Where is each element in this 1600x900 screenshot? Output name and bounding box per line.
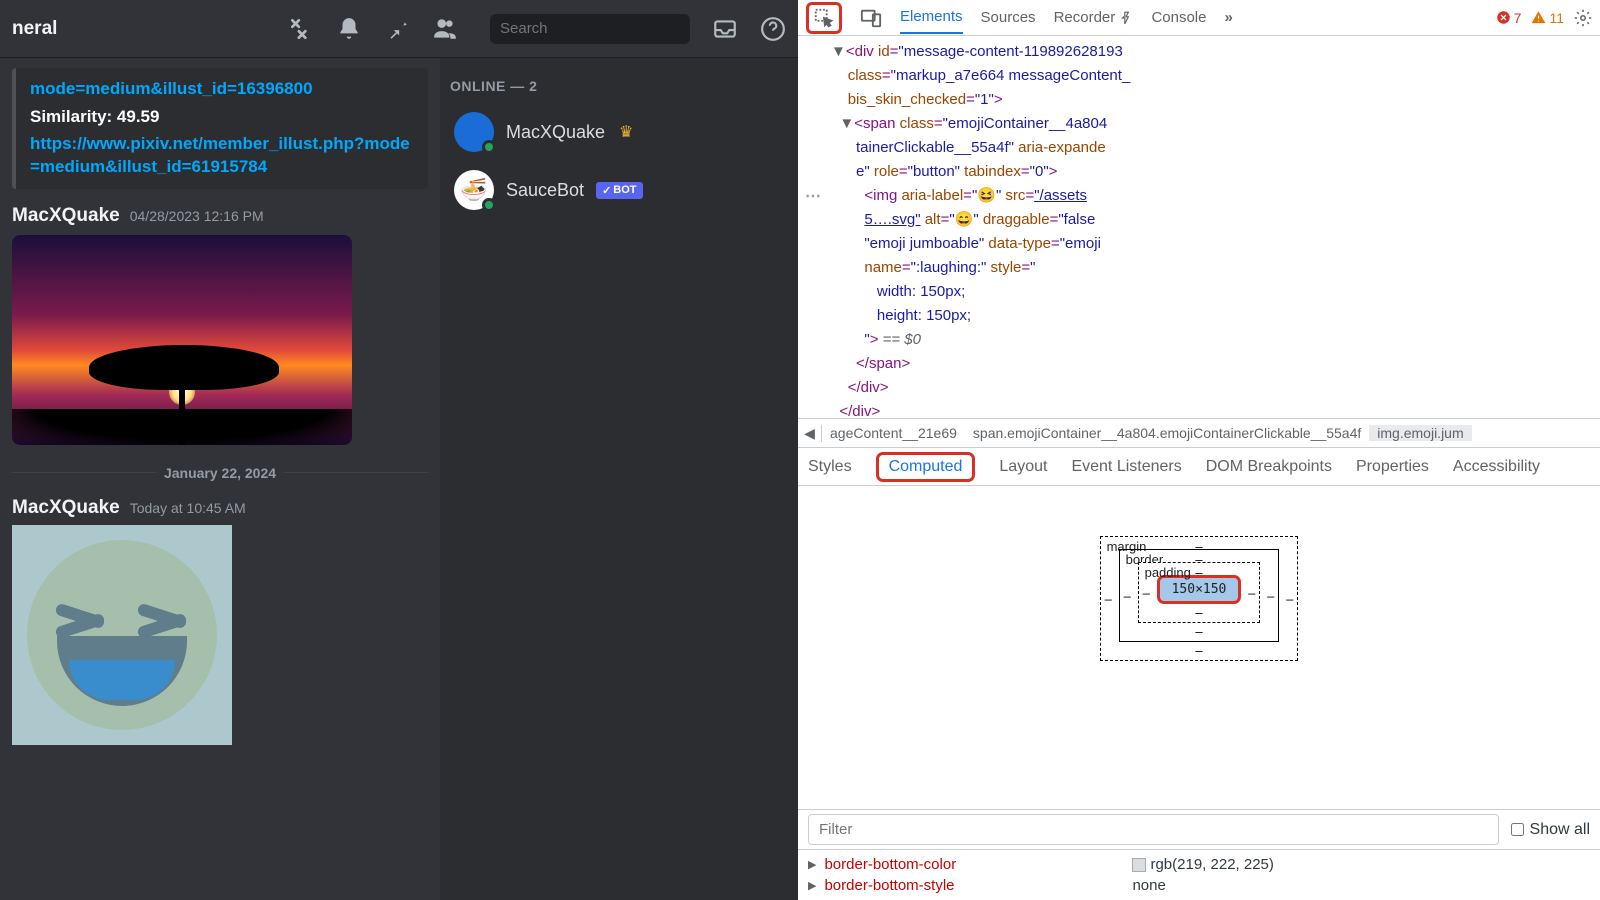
styles-tabbar: Styles Computed Layout Event Listeners D…	[798, 448, 1600, 486]
members-header: ONLINE — 2	[450, 78, 788, 94]
tab-event-listeners[interactable]: Event Listeners	[1071, 458, 1181, 476]
dom-line[interactable]: name=":laughing:" style="	[806, 256, 1592, 280]
message-author[interactable]: MacXQuake	[12, 205, 120, 227]
tabs-overflow-icon[interactable]: »	[1224, 9, 1232, 26]
tab-styles[interactable]: Styles	[808, 458, 852, 476]
channel-name: neral	[12, 18, 57, 40]
search-box[interactable]	[490, 14, 690, 44]
avatar[interactable]	[454, 170, 494, 210]
breadcrumb-item[interactable]: img.emoji.jum	[1369, 425, 1471, 441]
dom-line[interactable]: e" role="button" tabindex="0">	[806, 160, 1592, 184]
message-meta: MacXQuake 04/28/2023 12:16 PM	[12, 205, 428, 227]
dom-line[interactable]: bis_skin_checked="1">	[806, 88, 1592, 112]
members-icon[interactable]	[432, 16, 458, 42]
computed-filter: Show all	[798, 809, 1600, 849]
dom-line[interactable]: ▼<span class="emojiContainer__4a804	[806, 112, 1592, 136]
tab-console[interactable]: Console	[1151, 2, 1206, 33]
members-sidebar: ONLINE — 2 MacXQuake ♛ SauceBot ✓ BOT	[440, 58, 798, 900]
show-all-checkbox[interactable]: Show all	[1511, 821, 1590, 839]
jumbo-emoji[interactable]	[12, 525, 232, 745]
filter-input[interactable]	[808, 814, 1499, 845]
dom-line[interactable]: </span>	[806, 352, 1592, 376]
message-time: Today at 10:45 AM	[130, 500, 246, 516]
device-toggle-icon[interactable]	[860, 7, 882, 29]
error-count[interactable]: 7	[1496, 10, 1522, 26]
breadcrumb-bar: ◀ ageContent__21e69 span.emojiContainer_…	[798, 418, 1600, 448]
header-icons	[288, 14, 786, 44]
devtools-tabbar: Elements Sources Recorder Console » 7 11	[798, 0, 1600, 36]
warning-count[interactable]: 11	[1531, 10, 1564, 26]
member-name: MacXQuake	[506, 122, 605, 143]
tab-elements[interactable]: Elements	[900, 1, 963, 34]
discord-app: neral mode=medium&illust_id=16396800 Sim…	[0, 0, 798, 900]
date-divider: January 22, 2024	[12, 465, 428, 481]
breadcrumb-item[interactable]: span.emojiContainer__4a804.emojiContaine…	[965, 425, 1369, 441]
computed-row[interactable]: ▶border-bottom-stylenone	[808, 875, 1590, 896]
inspect-icon[interactable]	[813, 7, 835, 29]
tab-accessibility[interactable]: Accessibility	[1453, 458, 1540, 476]
embed-link-2[interactable]: https://www.pixiv.net/member_illust.php?…	[30, 133, 414, 179]
message-author[interactable]: MacXQuake	[12, 497, 120, 519]
tab-properties[interactable]: Properties	[1356, 458, 1429, 476]
pinned-icon[interactable]	[384, 16, 410, 42]
dom-tree[interactable]: ▼<div id="message-content-119892628193 c…	[798, 36, 1600, 418]
member-item[interactable]: SauceBot ✓ BOT	[450, 164, 788, 216]
breadcrumb-back-icon[interactable]: ◀	[798, 425, 822, 442]
dom-line[interactable]: </div>	[806, 376, 1592, 400]
message-image[interactable]	[12, 235, 352, 445]
tab-sources[interactable]: Sources	[981, 2, 1036, 33]
message-time: 04/28/2023 12:16 PM	[130, 208, 264, 224]
dom-line[interactable]: class="markup_a7e664 messageContent_	[806, 64, 1592, 88]
embed-card: mode=medium&illust_id=16396800 Similarit…	[12, 68, 428, 189]
embed-link-1[interactable]: mode=medium&illust_id=16396800	[30, 78, 414, 101]
dom-line[interactable]: height: 150px;	[806, 304, 1592, 328]
inbox-icon[interactable]	[712, 16, 738, 42]
breadcrumb-item[interactable]: ageContent__21e69	[822, 425, 965, 441]
devtools: Elements Sources Recorder Console » 7 11…	[798, 0, 1600, 900]
message-meta: MacXQuake Today at 10:45 AM	[12, 497, 428, 519]
box-model[interactable]: margin – – – – border – – – – padding – …	[798, 486, 1600, 809]
computed-tab-highlight: Computed	[876, 452, 976, 482]
avatar[interactable]	[454, 112, 494, 152]
computed-list[interactable]: ▶border-bottom-colorrgb(219, 222, 225)▶b…	[798, 849, 1600, 900]
settings-icon[interactable]	[1574, 9, 1592, 27]
tab-layout[interactable]: Layout	[999, 458, 1047, 476]
tab-dom-breakpoints[interactable]: DOM Breakpoints	[1206, 458, 1332, 476]
crown-icon: ♛	[619, 122, 633, 142]
dom-line[interactable]: "emoji jumboable" data-type="emoji	[806, 232, 1592, 256]
computed-row[interactable]: ▶border-bottom-colorrgb(219, 222, 225)	[808, 854, 1590, 875]
tab-recorder[interactable]: Recorder	[1054, 2, 1134, 33]
notifications-icon[interactable]	[336, 16, 362, 42]
similarity-text: Similarity: 49.59	[30, 107, 414, 127]
inspect-tool-highlight	[806, 2, 842, 34]
divider-date: January 22, 2024	[164, 465, 276, 481]
threads-icon[interactable]	[288, 16, 314, 42]
dom-line[interactable]: </div>	[806, 400, 1592, 418]
help-icon[interactable]	[760, 16, 786, 42]
messages-column[interactable]: mode=medium&illust_id=16396800 Similarit…	[0, 58, 440, 900]
channel-header: neral	[0, 0, 798, 58]
search-input[interactable]	[500, 20, 699, 37]
tab-computed[interactable]: Computed	[889, 458, 963, 475]
member-item[interactable]: MacXQuake ♛	[450, 106, 788, 158]
bot-tag: ✓ BOT	[596, 182, 642, 199]
dom-line[interactable]: tainerClickable__55a4f" aria-expande	[806, 136, 1592, 160]
dom-line[interactable]: ▼<div id="message-content-119892628193	[806, 40, 1592, 64]
dom-line[interactable]: "> == $0	[806, 328, 1592, 352]
dom-line[interactable]: width: 150px;	[806, 280, 1592, 304]
dom-line[interactable]: 5….svg" alt="😄" draggable="false	[806, 208, 1592, 232]
more-icon[interactable]: ⋯	[805, 186, 821, 206]
dom-line[interactable]: <img aria-label="😆" src="/assets	[806, 184, 1592, 208]
member-name: SauceBot	[506, 180, 584, 201]
